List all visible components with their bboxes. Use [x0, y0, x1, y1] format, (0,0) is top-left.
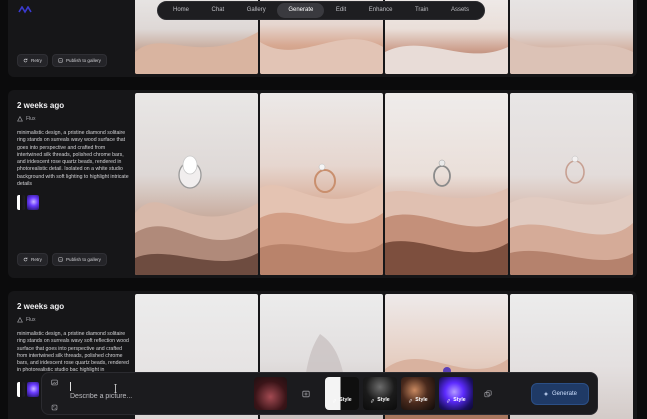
- model-icon: [17, 317, 23, 323]
- tab-generate[interactable]: Generate: [277, 3, 325, 18]
- tab-gallery[interactable]: Gallery: [236, 3, 277, 18]
- retry-button[interactable]: Retry: [17, 253, 48, 266]
- generation-date: 2 weeks ago: [17, 101, 65, 110]
- style-tile[interactable]: Style: [401, 377, 435, 410]
- publish-to-gallery-button[interactable]: Publish to gallery: [51, 54, 107, 67]
- reference-thumbnail[interactable]: [27, 381, 39, 397]
- retry-label: Retry: [31, 58, 42, 63]
- tab-edit[interactable]: Edit: [325, 3, 357, 18]
- style-label: Style: [363, 397, 397, 403]
- retry-button[interactable]: Retry: [17, 54, 48, 67]
- text-caret: [70, 382, 71, 391]
- style-text: Style: [415, 397, 428, 403]
- copy-button[interactable]: [477, 389, 499, 398]
- reference-thumbnail[interactable]: [17, 381, 25, 397]
- prompt-text: minimalistic design, a pristine diamond …: [17, 331, 129, 374]
- publish-label: Publish to gallery: [65, 58, 101, 63]
- style-text: Style: [453, 397, 466, 403]
- prompt-composer: Style Style Style Style: [41, 372, 598, 415]
- generate-label: Generate: [551, 391, 578, 397]
- model-icon: [17, 116, 23, 122]
- tab-chat[interactable]: Chat: [201, 3, 236, 18]
- model-name: Flux: [26, 317, 36, 323]
- reference-thumbnail[interactable]: [254, 377, 287, 410]
- image-upload-icon[interactable]: [50, 379, 58, 386]
- generated-image[interactable]: [510, 93, 633, 275]
- generation-date: 2 weeks ago: [17, 302, 65, 311]
- gallery-icon: [58, 58, 63, 63]
- style-label: Style: [401, 397, 435, 403]
- model-tag: Flux: [17, 317, 129, 323]
- style-label: Style: [439, 397, 473, 403]
- gallery-icon: [58, 257, 63, 262]
- mouse-cursor-icon: [114, 384, 117, 393]
- publish-to-gallery-button[interactable]: Publish to gallery: [51, 253, 107, 266]
- style-text: Style: [339, 397, 352, 403]
- generated-image[interactable]: [510, 0, 633, 74]
- dice-icon[interactable]: [51, 404, 58, 411]
- tab-enhance[interactable]: Enhance: [358, 3, 404, 18]
- reference-thumbnail[interactable]: [27, 195, 39, 211]
- generated-image[interactable]: [135, 93, 258, 275]
- tab-assets[interactable]: Assets: [440, 3, 480, 18]
- reference-images: [17, 195, 129, 211]
- retry-icon: [23, 58, 28, 63]
- style-icon: [446, 398, 451, 403]
- reference-strip: Style Style Style Style: [254, 376, 499, 411]
- model-name: Flux: [26, 116, 36, 122]
- copy-icon: [484, 389, 492, 397]
- style-text: Style: [377, 397, 390, 403]
- tab-home[interactable]: Home: [162, 3, 200, 18]
- add-image-button[interactable]: [291, 377, 321, 410]
- image-grid: [135, 93, 633, 275]
- generation-row: 2 weeks ago Flux minimalistic design, a …: [8, 90, 637, 278]
- image-add-icon: [302, 390, 310, 397]
- sparkle-icon: [543, 391, 549, 397]
- publish-label: Publish to gallery: [65, 257, 101, 262]
- style-tile[interactable]: Style: [325, 377, 359, 410]
- retry-icon: [23, 257, 28, 262]
- model-tag: Flux: [17, 116, 129, 122]
- generated-image[interactable]: [385, 93, 508, 275]
- row-actions: Retry Publish to gallery: [17, 54, 107, 67]
- style-label: Style: [325, 397, 359, 403]
- style-icon: [332, 398, 337, 403]
- generate-button[interactable]: Generate: [531, 383, 589, 405]
- style-tile[interactable]: Style: [439, 377, 473, 410]
- prompt-text: minimalistic design, a pristine diamond …: [17, 130, 129, 188]
- reference-thumbnail[interactable]: [17, 195, 25, 211]
- generated-image[interactable]: [260, 93, 383, 275]
- style-icon: [370, 398, 375, 403]
- style-tile[interactable]: Style: [363, 377, 397, 410]
- app-logo-icon[interactable]: [18, 6, 32, 14]
- retry-label: Retry: [31, 257, 42, 262]
- prompt-input[interactable]: [70, 377, 270, 411]
- tab-train[interactable]: Train: [404, 3, 439, 18]
- top-nav: Home Chat Gallery Generate Edit Enhance …: [157, 1, 485, 20]
- row-actions: Retry Publish to gallery: [17, 253, 107, 266]
- composer-tools: [49, 379, 59, 411]
- generation-info: 2 weeks ago Flux minimalistic design, a …: [17, 101, 129, 211]
- generate-page: Home Chat Gallery Generate Edit Enhance …: [0, 0, 647, 419]
- style-icon: [408, 398, 413, 403]
